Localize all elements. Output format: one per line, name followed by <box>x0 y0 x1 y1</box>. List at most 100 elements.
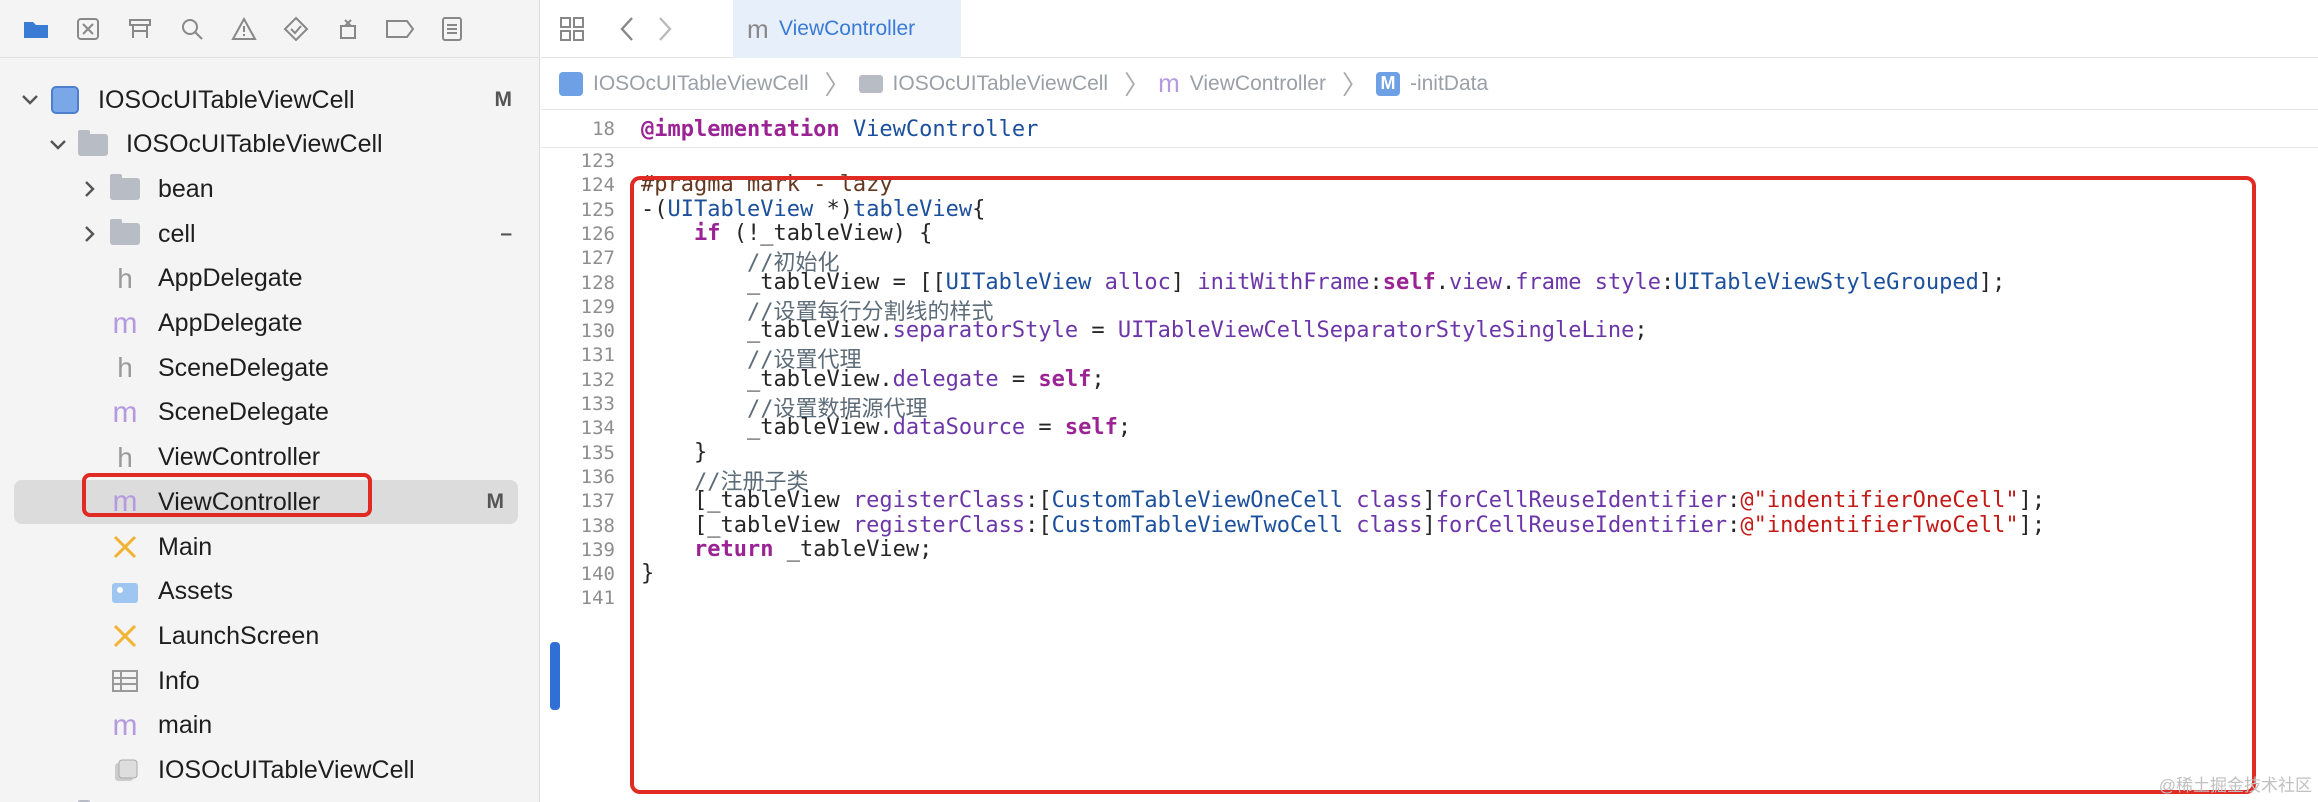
chevron-right-icon: 〉 <box>824 70 851 100</box>
source-change-indicator <box>550 642 560 710</box>
line-number: 133 <box>580 393 615 415</box>
chevron-right-icon[interactable] <box>78 177 102 201</box>
line-number: 18 <box>592 118 615 140</box>
storyboard-icon <box>110 532 140 562</box>
code-token: ViewController <box>852 117 1039 142</box>
assets-icon <box>110 577 140 607</box>
folder-icon <box>110 174 140 204</box>
header-file-icon: h <box>117 352 133 384</box>
breakpoint-icon[interactable] <box>374 0 426 58</box>
test-icon[interactable] <box>270 0 322 58</box>
breadcrumb-project[interactable]: IOSOcUITableViewCell <box>559 71 809 96</box>
m-file-icon: m <box>112 708 138 742</box>
breadcrumb-file[interactable]: m ViewController <box>1158 68 1326 99</box>
storyboard-icon <box>110 621 140 651</box>
tree-row[interactable]: Main <box>0 525 539 569</box>
line-number: 134 <box>580 417 615 440</box>
highlight-box-file <box>82 473 372 517</box>
chevron-right-icon[interactable] <box>78 222 102 246</box>
tree-row-label: IOSOcUITableViewCell <box>158 756 415 784</box>
line-number: 140 <box>580 563 615 586</box>
tab-viewcontroller[interactable]: m ViewController <box>733 0 961 58</box>
line-number: 138 <box>580 514 615 537</box>
source-control-icon[interactable] <box>62 0 114 58</box>
report-icon[interactable] <box>426 0 478 58</box>
find-icon[interactable] <box>166 0 218 58</box>
watermark: @稀土掘金技术社区 <box>2158 776 2312 795</box>
chevron-down-icon[interactable] <box>18 88 42 112</box>
editor-tab-bar: m ViewController <box>541 0 2318 58</box>
m-file-icon: m <box>747 13 769 44</box>
line-number: 141 <box>580 587 615 610</box>
line-number: 128 <box>580 271 615 294</box>
chevron-right-icon: 〉 <box>1124 70 1151 100</box>
tree-row-label: AppDelegate <box>158 309 303 337</box>
plist-icon <box>110 666 140 696</box>
tree-row[interactable]: IOSOcUITableViewCell M <box>0 78 539 122</box>
breadcrumb-folder[interactable]: IOSOcUITableViewCell <box>858 71 1109 96</box>
line-number: 137 <box>580 490 615 513</box>
tree-row[interactable]: Info <box>0 659 539 703</box>
tab-label: ViewController <box>779 17 916 40</box>
forward-chevron-icon[interactable] <box>657 16 673 47</box>
line-number: 130 <box>580 320 615 343</box>
line-number: 123 <box>580 150 615 172</box>
issue-icon[interactable] <box>218 0 270 58</box>
tree-row-label: bean <box>158 174 214 203</box>
tree-row[interactable]: LaunchScreen <box>0 614 539 658</box>
header-file-icon: h <box>117 441 133 473</box>
tree-row-label: Info <box>158 666 200 695</box>
project-icon <box>559 71 583 96</box>
tree-row-label: IOSOcUITableViewCell <box>98 85 355 114</box>
grid-icon[interactable] <box>559 16 585 47</box>
tree-row[interactable]: m SceneDelegate <box>0 391 539 435</box>
project-navigator: IOSOcUITableViewCell M IOSOcUITableViewCel… <box>0 0 540 802</box>
jump-bar: IOSOcUITableViewCell 〉 IOSOcUITableViewC… <box>541 58 2318 110</box>
breadcrumb-label: IOSOcUITableViewCell <box>892 71 1109 95</box>
tree-row[interactable]: m main <box>0 704 539 748</box>
implementation-line: @implementation ViewController <box>641 117 1038 142</box>
m-file-icon: m <box>112 395 138 429</box>
status-badge: M <box>494 88 513 111</box>
tree-row-label: SceneDelegate <box>158 353 329 382</box>
tree-row[interactable]: bean <box>0 167 539 211</box>
sticky-scope-header: 18 @implementation ViewController <box>541 110 2318 148</box>
line-number: 124 <box>580 174 615 197</box>
breadcrumb-label: IOSOcUITableViewCell <box>593 71 809 95</box>
tree-row-label: Main <box>158 532 213 561</box>
tree-row[interactable]: IOSOcUITableViewCell <box>0 123 539 167</box>
line-number: 126 <box>580 222 615 245</box>
project-icon <box>50 85 80 115</box>
highlight-box-code <box>630 176 2256 794</box>
debug-icon[interactable] <box>322 0 374 58</box>
line-number: 129 <box>580 295 615 318</box>
back-chevron-icon[interactable] <box>619 16 635 47</box>
folder-icon[interactable] <box>10 0 62 58</box>
line-number: 136 <box>580 465 615 488</box>
breadcrumb-method[interactable]: M -initData <box>1375 71 1488 96</box>
tree-row[interactable]: m AppDelegate <box>0 302 539 346</box>
line-number: 132 <box>580 368 615 391</box>
tree-row-label: Assets <box>158 577 234 606</box>
folder-icon <box>110 219 140 249</box>
tree-row-label: IOSOcUITableViewCell <box>126 130 383 159</box>
folder-icon <box>858 74 883 93</box>
breadcrumb-label: ViewController <box>1189 71 1326 95</box>
header-file-icon: h <box>117 262 133 294</box>
symbol-icon[interactable] <box>114 0 166 58</box>
m-file-icon: m <box>112 306 138 340</box>
code-token: @implementation <box>641 117 840 142</box>
tree-row[interactable]: h AppDelegate <box>0 257 539 301</box>
tree-row[interactable]: h SceneDelegate <box>0 346 539 390</box>
tree-row[interactable]: Assets <box>0 570 539 614</box>
tree-row[interactable]: cell – <box>0 212 539 256</box>
tree-row[interactable]: IOSOcUITableViewCellTests <box>0 793 539 802</box>
entitlements-icon <box>110 756 140 786</box>
status-badge: – <box>500 222 512 246</box>
line-number: 125 <box>580 198 615 221</box>
tree-row-label: cell <box>158 219 196 248</box>
tree-row[interactable]: IOSOcUITableViewCell <box>0 749 539 793</box>
tree-row-label: SceneDelegate <box>158 398 329 427</box>
chevron-down-icon[interactable] <box>46 133 70 157</box>
